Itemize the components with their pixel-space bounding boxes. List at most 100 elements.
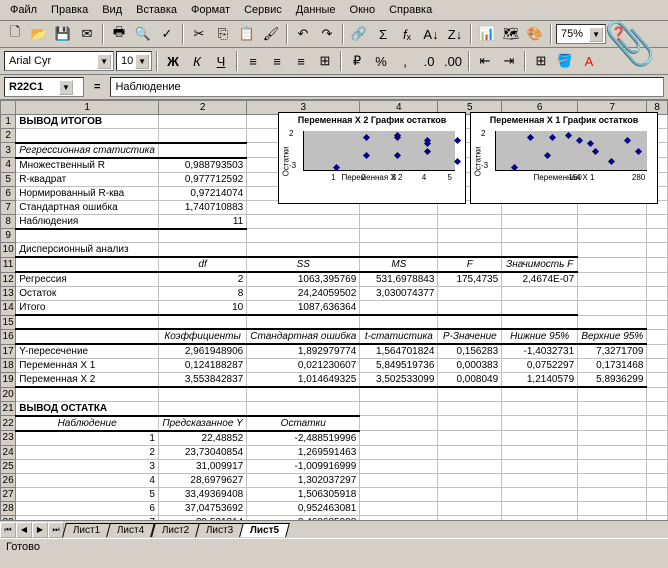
- cell[interactable]: [438, 501, 502, 515]
- cell[interactable]: [647, 473, 668, 487]
- cell[interactable]: [247, 387, 360, 401]
- tab-prev-icon[interactable]: ◀: [16, 522, 32, 538]
- cell[interactable]: ВЫВОД ИТОГОВ: [16, 115, 159, 129]
- merge-icon[interactable]: ⊞: [314, 50, 336, 72]
- cell[interactable]: 1087,636364: [247, 301, 360, 316]
- align-left-icon[interactable]: ≡: [242, 50, 264, 72]
- row-header[interactable]: 23: [1, 431, 16, 446]
- cell[interactable]: [158, 115, 246, 129]
- cell[interactable]: Множественный R: [16, 158, 159, 173]
- cell[interactable]: [16, 229, 159, 243]
- cell[interactable]: [247, 401, 360, 416]
- row-header[interactable]: 13: [1, 287, 16, 301]
- cell[interactable]: [247, 315, 360, 329]
- dec-decimal-icon[interactable]: .00: [442, 50, 464, 72]
- col-header[interactable]: 2: [158, 101, 246, 115]
- cell[interactable]: -2,488519996: [247, 431, 360, 446]
- cell[interactable]: 1,2140579: [502, 373, 578, 388]
- currency-icon[interactable]: ₽: [346, 50, 368, 72]
- cell[interactable]: 6: [16, 501, 159, 515]
- row-header[interactable]: 15: [1, 315, 16, 329]
- cell[interactable]: [438, 229, 502, 243]
- cell[interactable]: [438, 301, 502, 316]
- cell[interactable]: 1,892979774: [247, 344, 360, 359]
- cell[interactable]: 1,740710883: [158, 200, 246, 214]
- row-header[interactable]: 6: [1, 186, 16, 200]
- row-header[interactable]: 8: [1, 214, 16, 229]
- cell[interactable]: 0,021230607: [247, 359, 360, 373]
- cell[interactable]: [647, 214, 668, 229]
- cell[interactable]: 10: [158, 301, 246, 316]
- cell[interactable]: -1,009916999: [247, 459, 360, 473]
- cell[interactable]: Нормированный R-ква: [16, 186, 159, 200]
- cell[interactable]: [578, 487, 647, 501]
- cell[interactable]: [502, 431, 578, 446]
- cell[interactable]: [16, 315, 159, 329]
- cell[interactable]: [438, 459, 502, 473]
- row-header[interactable]: 19: [1, 373, 16, 388]
- cell[interactable]: [647, 272, 668, 287]
- dec-indent-icon[interactable]: ⇤: [474, 50, 496, 72]
- chart-icon[interactable]: 📊: [476, 23, 498, 45]
- cell[interactable]: [647, 445, 668, 459]
- cell[interactable]: [360, 515, 438, 520]
- spell-icon[interactable]: ✓: [156, 23, 178, 45]
- cell[interactable]: Верхние 95%: [578, 329, 647, 344]
- sheet-tab[interactable]: Лист1: [62, 523, 111, 537]
- cell[interactable]: 531,6978843: [360, 272, 438, 287]
- cell[interactable]: SS: [247, 257, 360, 272]
- cell[interactable]: 1,269591463: [247, 445, 360, 459]
- cell[interactable]: [647, 401, 668, 416]
- cell[interactable]: [578, 501, 647, 515]
- cell[interactable]: [247, 243, 360, 258]
- print-icon[interactable]: 🖶: [108, 23, 130, 45]
- cell[interactable]: [438, 473, 502, 487]
- cell[interactable]: 1063,395769: [247, 272, 360, 287]
- cell[interactable]: [578, 416, 647, 431]
- cell[interactable]: [578, 257, 647, 272]
- cell[interactable]: [647, 387, 668, 401]
- cell[interactable]: Дисперсионный анализ: [16, 243, 159, 258]
- cell[interactable]: 5,849519736: [360, 359, 438, 373]
- row-header[interactable]: 11: [1, 257, 16, 272]
- row-header[interactable]: 21: [1, 401, 16, 416]
- cell[interactable]: [247, 229, 360, 243]
- comma-icon[interactable]: ,: [394, 50, 416, 72]
- cell[interactable]: 1,564701824: [360, 344, 438, 359]
- cell[interactable]: [360, 387, 438, 401]
- row-header[interactable]: 4: [1, 158, 16, 173]
- sheet-tab[interactable]: Лист2: [151, 523, 200, 537]
- row-header[interactable]: 12: [1, 272, 16, 287]
- cell[interactable]: [647, 487, 668, 501]
- tab-first-icon[interactable]: ⏮: [0, 522, 16, 538]
- cell[interactable]: [647, 515, 668, 520]
- map-icon[interactable]: 🗺: [500, 23, 522, 45]
- cell[interactable]: Остатки: [247, 416, 360, 431]
- chart-x2-residuals[interactable]: Переменная X 2 График остатков Остатки 2…: [278, 112, 466, 204]
- cell[interactable]: [360, 459, 438, 473]
- row-header[interactable]: 18: [1, 359, 16, 373]
- cell[interactable]: [16, 329, 159, 344]
- underline-icon[interactable]: Ч: [210, 50, 232, 72]
- cell[interactable]: [502, 445, 578, 459]
- align-right-icon[interactable]: ≡: [290, 50, 312, 72]
- cell[interactable]: 0,468685998: [247, 515, 360, 520]
- cell[interactable]: 23,73040854: [158, 445, 246, 459]
- cell[interactable]: [502, 229, 578, 243]
- new-icon[interactable]: 🗋: [4, 23, 26, 45]
- cell[interactable]: [578, 515, 647, 520]
- sort-desc-icon[interactable]: Z↓: [444, 23, 466, 45]
- cell[interactable]: [502, 243, 578, 258]
- cell[interactable]: [438, 431, 502, 446]
- format-painter-icon[interactable]: 🖌: [260, 23, 282, 45]
- cell[interactable]: [16, 257, 159, 272]
- row-header[interactable]: 1: [1, 115, 16, 129]
- row-header[interactable]: 20: [1, 387, 16, 401]
- tab-next-icon[interactable]: ▶: [32, 522, 48, 538]
- cell[interactable]: 7: [16, 515, 159, 520]
- cell[interactable]: [502, 515, 578, 520]
- cell[interactable]: [158, 315, 246, 329]
- cell[interactable]: [158, 229, 246, 243]
- menu-format[interactable]: Формат: [185, 2, 236, 18]
- cell[interactable]: [438, 487, 502, 501]
